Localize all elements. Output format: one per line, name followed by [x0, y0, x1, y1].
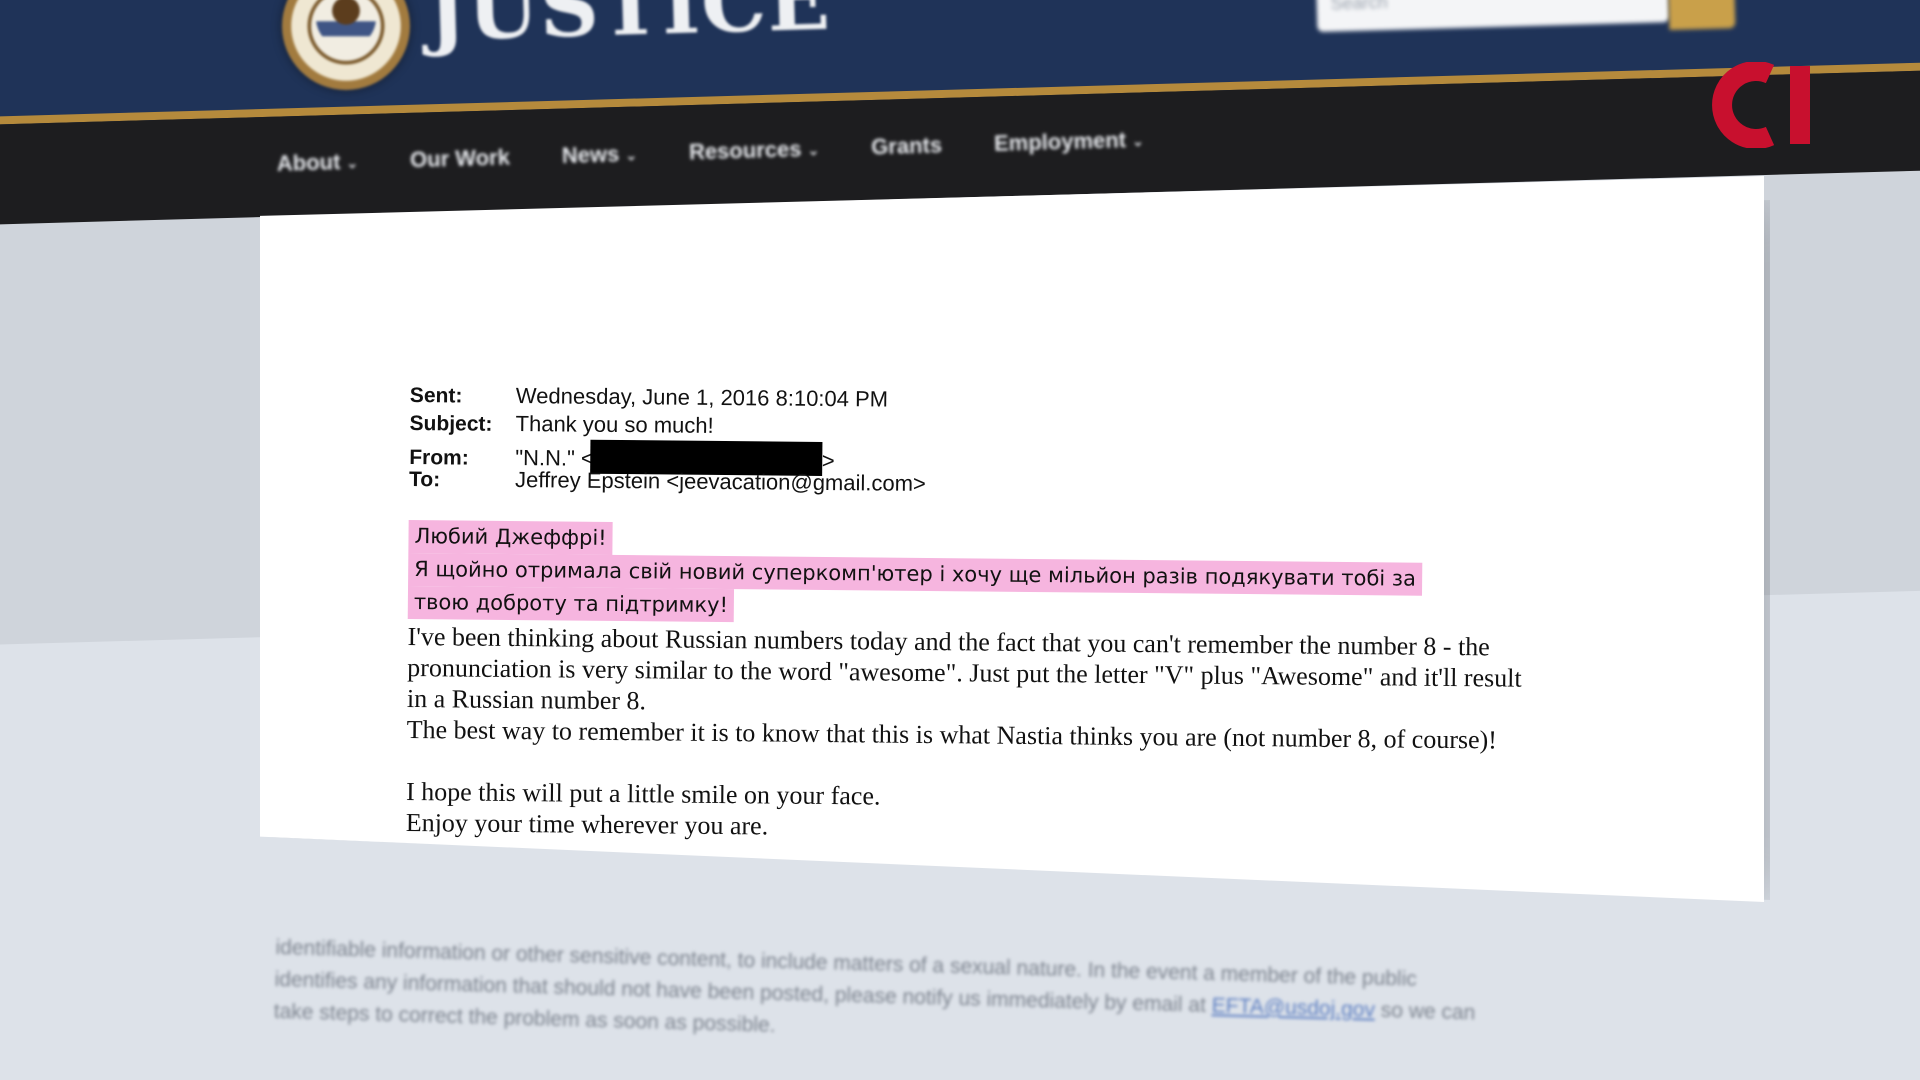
- page-disclaimer: identifiable information or other sensit…: [273, 932, 1735, 1069]
- nav-label: Employment: [993, 127, 1127, 156]
- nav-item-grants[interactable]: Grants: [871, 132, 943, 160]
- email-document: Sent: Wednesday, June 1, 2016 8:10:04 PM…: [260, 176, 1764, 902]
- nav-label: Resources: [688, 136, 802, 165]
- highlighted-text: твою доброту та підтримку!: [407, 585, 735, 623]
- nav-item-resources[interactable]: Resources ⌄: [689, 136, 820, 166]
- email-content: Sent: Wednesday, June 1, 2016 8:10:04 PM…: [405, 382, 1610, 880]
- logo-c-shape: [1712, 62, 1775, 148]
- chevron-down-icon: ⌄: [625, 146, 638, 163]
- nav-item-employment[interactable]: Employment ⌄: [994, 127, 1144, 157]
- highlighted-text: Любий Джеффрі!: [408, 519, 613, 555]
- subject-label: Subject:: [409, 411, 493, 436]
- scene: JUSTICE Search About ⌄ Our Work News ⌄ Res…: [0, 0, 1920, 1080]
- nav-item-our-work[interactable]: Our Work: [410, 144, 511, 173]
- nav-item-about[interactable]: About ⌄: [276, 149, 358, 177]
- translation-overlay: Любий Джеффрі! Я щойно отримала свій нов…: [407, 519, 1609, 631]
- search-button[interactable]: [1668, 0, 1736, 30]
- to-value: Jeffrey Epstein <jeevacation@gmail.com>: [514, 467, 926, 496]
- nav-label: News: [561, 141, 620, 169]
- nav-label: About: [276, 149, 341, 176]
- body-paragraph: I've been thinking about Russian numbers…: [406, 621, 1522, 716]
- email-link[interactable]: EFTA@usdoj.gov: [1211, 994, 1375, 1022]
- chevron-down-icon: ⌄: [1131, 132, 1144, 149]
- sent-value: Wednesday, June 1, 2016 8:10:04 PM: [515, 383, 889, 412]
- subject-value: Thank you so much!: [515, 411, 714, 438]
- email-body: I've been thinking about Russian numbers…: [405, 621, 1537, 880]
- to-label: To:: [408, 467, 441, 492]
- eagle-icon: [316, 0, 376, 48]
- nav-label: Our Work: [409, 144, 511, 173]
- channel-logo: [1712, 62, 1810, 148]
- chevron-down-icon: ⌄: [346, 154, 359, 171]
- search-placeholder: Search: [1330, 0, 1388, 14]
- logo-i-shape: [1790, 66, 1810, 144]
- chevron-down-icon: ⌄: [807, 141, 820, 158]
- nav-label: Grants: [870, 132, 943, 160]
- sent-label: Sent:: [409, 383, 463, 408]
- disclaimer-text: so we can: [1380, 998, 1476, 1025]
- nav-item-news[interactable]: News ⌄: [561, 141, 637, 169]
